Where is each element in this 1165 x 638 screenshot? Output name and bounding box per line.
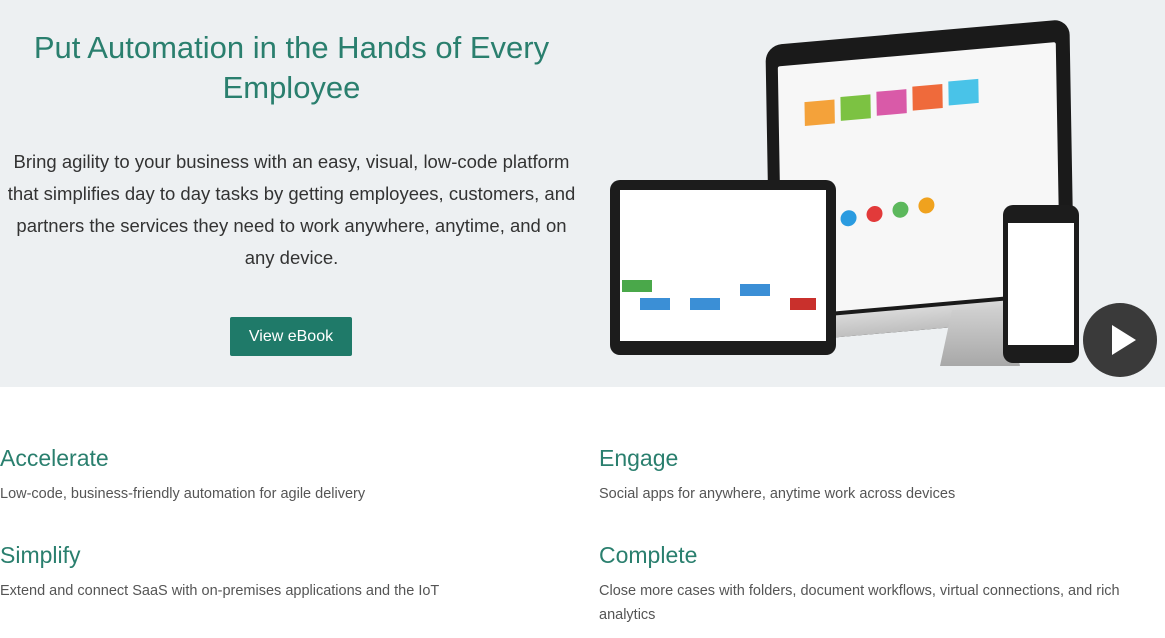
tablet-screen (620, 190, 826, 341)
view-ebook-button[interactable]: View eBook (230, 317, 352, 356)
feature-title: Simplify (0, 542, 81, 568)
hero-description: Bring agility to your business with an e… (7, 151, 576, 268)
devices-illustration (600, 18, 1165, 387)
feature-engage: Engage Social apps for anywhere, anytime… (599, 444, 1159, 506)
feature-description: Social apps for anywhere, anytime work a… (599, 486, 956, 502)
hero-section: Put Automation in the Hands of Every Emp… (0, 0, 1165, 387)
feature-accelerate: Accelerate Low-code, business-friendly a… (0, 444, 560, 506)
feature-description: Close more cases with folders, document … (599, 583, 1120, 623)
feature-title: Complete (599, 542, 698, 568)
feature-simplify: Simplify Extend and connect SaaS with on… (0, 541, 560, 603)
play-icon[interactable] (1083, 303, 1157, 377)
phone-image (1003, 205, 1079, 363)
phone-screen (1008, 223, 1074, 345)
feature-complete: Complete Close more cases with folders, … (599, 541, 1159, 627)
feature-description: Extend and connect SaaS with on-premises… (0, 583, 440, 599)
tablet-image (610, 180, 836, 355)
feature-title: Engage (599, 445, 679, 471)
hero-title: Put Automation in the Hands of Every Emp… (33, 30, 550, 105)
feature-description: Low-code, business-friendly automation f… (0, 486, 366, 502)
feature-title: Accelerate (0, 445, 109, 471)
